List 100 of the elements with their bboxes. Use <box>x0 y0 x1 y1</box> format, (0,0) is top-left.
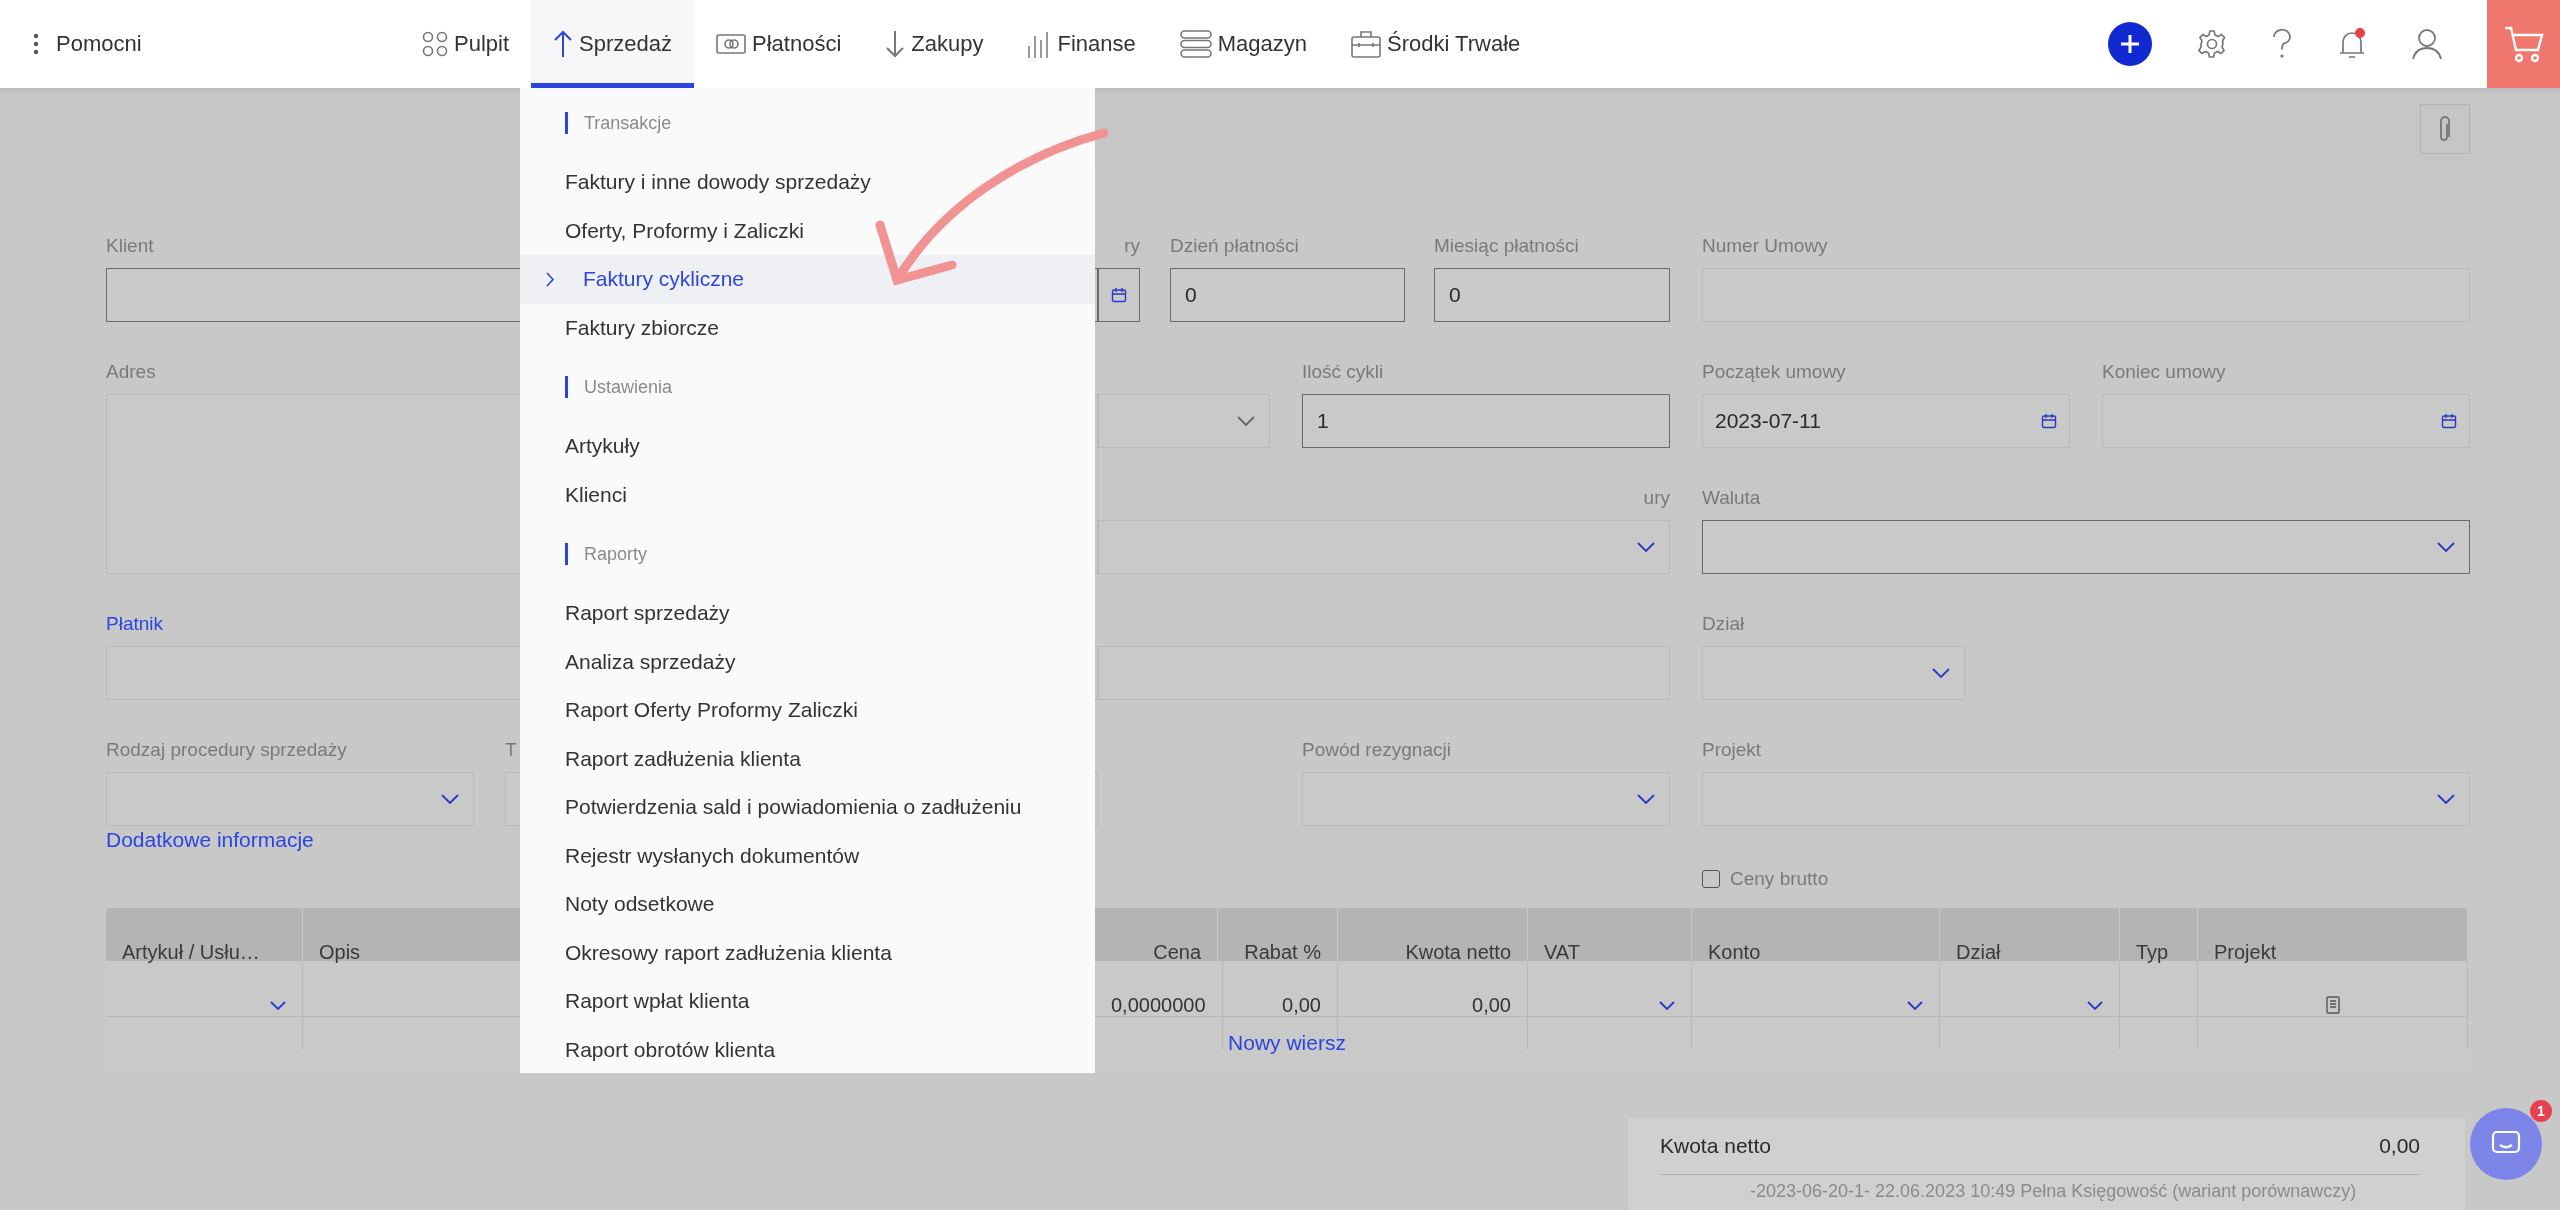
arrow-up-icon <box>553 30 574 58</box>
more-info-link[interactable]: Dodatkowe informacje <box>106 828 314 852</box>
attachment-button[interactable] <box>2420 104 2470 154</box>
help-icon[interactable] <box>2272 29 2292 59</box>
bell-icon[interactable] <box>2337 27 2367 61</box>
menu-item[interactable]: Potwierdzenia sald i powiadomienia o zadłużeniu <box>520 783 1095 832</box>
chevron-down-icon <box>1637 542 1655 552</box>
cart-icon <box>2503 25 2544 63</box>
document-info: -2023-06-20-1- 22.06.2023 10:49 Pełna Księgowość (wariant porównawczy) <box>1749 1181 2358 1202</box>
menu-item[interactable]: Raport sprzedaży <box>520 589 1095 638</box>
field-label: Koniec umowy <box>2102 361 2226 383</box>
field-label: Waluta <box>1702 487 1761 509</box>
field-label: ury <box>1643 487 1670 509</box>
menu-item[interactable]: Faktury zbiorcze <box>520 303 1095 352</box>
arrow-down-icon <box>885 30 906 58</box>
checkbox[interactable] <box>1702 870 1720 888</box>
banknote-icon <box>716 34 746 54</box>
field-label: T <box>505 739 517 761</box>
date-field[interactable] <box>2102 394 2470 448</box>
menu-section-title: Raporty <box>584 543 648 565</box>
field-label: Dzień płatności <box>1170 235 1299 257</box>
chevron-down-icon[interactable] <box>1659 1000 1675 1010</box>
field-label: Numer Umowy <box>1702 235 1828 257</box>
menu-section-title: Ustawienia <box>584 376 673 398</box>
table-cell: 0,00 <box>1282 993 1321 1017</box>
table-cell: 0,0000000 <box>1111 993 1206 1017</box>
nav-tab[interactable]: Zakupy <box>863 0 1006 88</box>
menu-section-title: Transakcje <box>584 112 672 134</box>
nav-tab[interactable]: Płatności <box>694 0 864 88</box>
chevron-down-icon[interactable] <box>270 1000 286 1010</box>
settings-icon[interactable] <box>2197 29 2227 59</box>
menu-item[interactable]: Analiza sprzedaży <box>520 637 1095 686</box>
table-cell: 0,00 <box>1472 993 1511 1017</box>
circles-icon <box>422 31 448 57</box>
briefcase-icon <box>1351 30 1381 58</box>
input-field[interactable]: 0 <box>1170 268 1405 322</box>
menu-item[interactable]: Rejestr wysłanych dokumentów <box>520 831 1095 880</box>
column-header: Projekt <box>2198 908 2468 996</box>
chevron-down-icon <box>1237 416 1255 426</box>
stack-icon <box>1179 30 1212 58</box>
chevron-down-icon <box>441 794 459 804</box>
field-label: Projekt <box>1702 739 1762 761</box>
document-icon[interactable] <box>2325 996 2340 1014</box>
column-header: Rabat % <box>1228 908 1338 996</box>
chevron-down-icon <box>2437 542 2455 552</box>
paperclip-icon <box>2438 115 2452 143</box>
nav-tab[interactable]: Środki Trwałe <box>1329 0 1543 88</box>
calendar-icon <box>2441 413 2457 429</box>
column-header: Artykuł / Usłu… <box>106 908 303 996</box>
field-label: Adres <box>106 361 156 383</box>
field-label: Rodzaj procedury sprzedaży <box>106 739 347 761</box>
column-header: VAT <box>1528 908 1692 996</box>
more-icon[interactable] <box>33 33 39 55</box>
field-label: Klient <box>106 235 154 257</box>
chevron-down-icon <box>1637 794 1655 804</box>
nav-tab[interactable]: Sprzedaż <box>531 0 694 88</box>
field-label: ry <box>1124 235 1140 257</box>
field-label: Dział <box>1702 613 1745 635</box>
menu-item[interactable]: Klienci <box>520 470 1095 519</box>
nav-tab[interactable]: Finanse <box>1005 0 1158 88</box>
cart-button[interactable] <box>2487 0 2560 88</box>
menu-item[interactable]: Oferty, Proformy i Zaliczki <box>520 206 1095 255</box>
chevron-down-icon[interactable] <box>2087 1000 2103 1010</box>
field-label: Miesiąc płatności <box>1434 235 1579 257</box>
chevron-down-icon <box>2437 794 2455 804</box>
menu-item[interactable]: Raport zadłużenia klienta <box>520 734 1095 783</box>
menu-item[interactable]: Faktury cykliczne <box>520 255 1095 304</box>
date-field[interactable]: 2023-07-11 <box>1702 394 2070 448</box>
user-icon[interactable] <box>2412 28 2442 60</box>
summary-label: Kwota netto <box>1660 1134 1771 1158</box>
menu-item[interactable]: Artykuły <box>520 422 1095 471</box>
column-header: Dział <box>1940 908 2120 996</box>
menu-item[interactable]: Raport Oferty Proformy Zaliczki <box>520 686 1095 735</box>
input-field[interactable]: 0 <box>1434 268 1670 322</box>
date-field[interactable] <box>1098 268 1140 322</box>
nav-tab[interactable]: Magazyn <box>1157 0 1329 88</box>
menu-item[interactable]: Raport obrotów klienta <box>520 1025 1095 1074</box>
menu-item[interactable]: Okresowy raport zadłużenia klienta <box>520 928 1095 977</box>
field-label: Powód rezygnacji <box>1302 739 1451 761</box>
helper-label[interactable]: Pomocni <box>56 31 142 57</box>
calendar-icon <box>1111 287 1127 303</box>
field-label: Ilość cykli <box>1302 361 1384 383</box>
chevron-down-icon <box>1932 668 1950 678</box>
field-label: Początek umowy <box>1702 361 1846 383</box>
chevron-down-icon[interactable] <box>1907 1000 1923 1010</box>
column-header: Typ <box>2120 908 2198 996</box>
nav-tab[interactable]: Pulpit <box>400 0 532 88</box>
add-icon[interactable] <box>2108 22 2152 66</box>
chevron-right-icon <box>546 271 555 287</box>
column-header: Konto <box>1692 908 1940 996</box>
calendar-icon <box>2041 413 2057 429</box>
new-row-link[interactable]: Nowy wiersz <box>1228 1031 1346 1055</box>
field-label[interactable]: Płatnik <box>106 613 164 635</box>
menu-item[interactable]: Faktury i inne dowody sprzedaży <box>520 158 1095 207</box>
column-header: Cena <box>1137 908 1218 996</box>
summary-value: 0,00 <box>2379 1134 2420 1158</box>
notification-badge: 1 <box>2530 1100 2552 1122</box>
input-field[interactable]: 1 <box>1302 394 1670 448</box>
dropdown[interactable] <box>1702 520 2470 574</box>
column-header: Kwota netto <box>1389 908 1528 996</box>
